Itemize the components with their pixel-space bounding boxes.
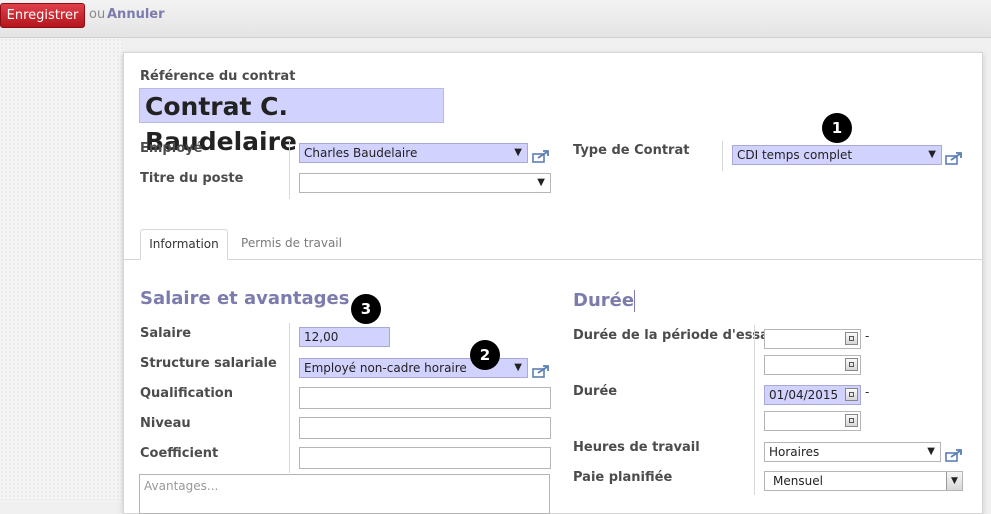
- tab-information[interactable]: Information: [140, 229, 228, 260]
- left-background: [0, 38, 123, 502]
- employee-select[interactable]: Charles Baudelaire ▼: [299, 143, 528, 163]
- external-link-icon[interactable]: [532, 364, 550, 378]
- or-separator: ou: [89, 7, 106, 22]
- coefficient-label: Coefficient: [140, 446, 219, 461]
- top-toolbar: Enregistrer ou Annuler: [0, 0, 991, 38]
- callout-badge-1: 1: [822, 113, 852, 143]
- start-date-value: 01/04/2015: [769, 388, 839, 402]
- external-link-icon[interactable]: [945, 151, 963, 165]
- advantages-textarea[interactable]: Avantages...: [139, 474, 550, 514]
- trial-start-date[interactable]: [764, 329, 861, 349]
- salary-structure-label: Structure salariale: [140, 356, 277, 371]
- contract-ref-label: Référence du contrat: [140, 69, 296, 84]
- dropdown-arrow-icon: ▼: [514, 147, 522, 158]
- duration-end-date[interactable]: [764, 411, 861, 431]
- text-cursor: [634, 290, 635, 312]
- contract-type-label: Type de Contrat: [573, 143, 690, 158]
- range-dash: -: [865, 385, 870, 399]
- dropdown-arrow-icon: ▼: [537, 177, 545, 188]
- calendar-icon[interactable]: [845, 332, 858, 345]
- calendar-icon[interactable]: [845, 414, 858, 427]
- dropdown-arrow-icon: ▼: [946, 472, 962, 490]
- coefficient-input[interactable]: [299, 447, 551, 469]
- salary-section-title: Salaire et avantages: [140, 288, 350, 309]
- contract-type-select[interactable]: CDI temps complet ▼: [732, 145, 942, 165]
- form-sheet: Référence du contrat Contrat C. Baudelai…: [123, 52, 983, 514]
- external-link-icon[interactable]: [532, 149, 550, 163]
- salary-label: Salaire: [140, 326, 192, 341]
- label-separator: [754, 325, 755, 495]
- contract-ref-input[interactable]: Contrat C. Baudelaire: [139, 88, 444, 156]
- duration-label: Durée: [573, 384, 618, 399]
- working-hours-label: Heures de travail: [573, 440, 700, 455]
- trial-end-date[interactable]: [764, 355, 861, 375]
- working-hours-select[interactable]: Horaires ▼: [764, 442, 941, 462]
- employee-label: Employé: [140, 141, 203, 156]
- dropdown-arrow-icon: ▼: [927, 446, 935, 457]
- save-button[interactable]: Enregistrer: [0, 3, 85, 28]
- callout-badge-3: 3: [351, 294, 381, 324]
- level-label: Niveau: [140, 416, 191, 431]
- dropdown-arrow-icon: ▼: [928, 149, 936, 160]
- label-separator: [722, 141, 723, 171]
- range-dash: -: [865, 329, 870, 343]
- scheduled-pay-value: Mensuel: [773, 474, 823, 488]
- salary-input[interactable]: 12,00: [299, 327, 390, 347]
- calendar-icon[interactable]: [845, 358, 858, 371]
- dropdown-arrow-icon: ▼: [514, 362, 522, 373]
- working-hours-value: Horaires: [769, 445, 820, 459]
- qualification-label: Qualification: [140, 386, 233, 401]
- job-title-select[interactable]: ▼: [299, 173, 551, 193]
- calendar-icon[interactable]: [845, 388, 858, 401]
- tab-work-permit[interactable]: Permis de travail: [234, 229, 349, 260]
- employee-value: Charles Baudelaire: [304, 146, 418, 160]
- contract-type-value: CDI temps complet: [737, 148, 853, 162]
- duration-start-date[interactable]: 01/04/2015: [764, 385, 861, 405]
- callout-badge-2: 2: [470, 340, 500, 370]
- scheduled-pay-label: Paie planifiée: [573, 470, 673, 485]
- label-separator: [289, 323, 290, 473]
- job-title-label: Titre du poste: [140, 171, 244, 186]
- trial-period-label: Durée de la période d'essai: [573, 328, 774, 343]
- label-separator: [289, 139, 290, 199]
- level-input[interactable]: [299, 417, 551, 439]
- salary-structure-value: Employé non-cadre horaire: [304, 361, 467, 375]
- scheduled-pay-select[interactable]: Mensuel ▼: [764, 471, 963, 491]
- qualification-input[interactable]: [299, 387, 551, 409]
- duration-section-title: Durée: [573, 290, 635, 311]
- external-link-icon[interactable]: [945, 448, 963, 462]
- cancel-link[interactable]: Annuler: [107, 7, 165, 22]
